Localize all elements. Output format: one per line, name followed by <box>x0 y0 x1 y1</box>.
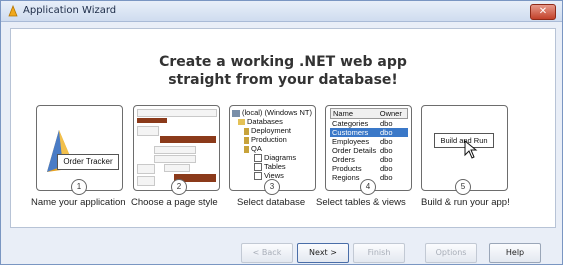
back-button[interactable]: < Back <box>241 243 293 263</box>
wizard-content: Create a working .NET web app straight f… <box>10 28 556 228</box>
step-1-label: Name your application <box>31 197 126 208</box>
diagram-icon <box>254 154 262 163</box>
step-2-number: 2 <box>171 179 187 195</box>
wizard-window: Application Wizard ✕ Create a working .N… <box>0 0 563 265</box>
step-3-number: 3 <box>264 179 280 195</box>
order-tracker-preview: Order Tracker <box>57 154 119 170</box>
page-style-field <box>164 164 190 172</box>
table-row[interactable]: Employees dbo <box>330 137 408 146</box>
page-style-field <box>137 176 155 186</box>
tree-deployment[interactable]: Deployment <box>244 126 315 135</box>
server-icon <box>232 109 240 117</box>
headline-line-2: straight from your database! <box>168 72 398 88</box>
step-4-label: Select tables & views <box>316 197 406 208</box>
window-title: Application Wizard <box>23 5 117 16</box>
tree-diagrams[interactable]: Diagrams <box>254 153 315 163</box>
step-5-label: Build & run your app! <box>421 197 510 208</box>
close-button[interactable]: ✕ <box>530 4 556 20</box>
next-button[interactable]: Next > <box>297 243 349 263</box>
tree-tables[interactable]: Tables <box>254 162 315 172</box>
finish-button[interactable]: Finish <box>353 243 405 263</box>
table-row[interactable]: Orders dbo <box>330 155 408 164</box>
headline-line-1: Create a working .NET web app <box>159 54 407 70</box>
database-icon <box>244 127 249 135</box>
step-1-number: 1 <box>71 179 87 195</box>
grid-header-owner: Owner <box>379 109 402 118</box>
table-row[interactable]: Categories dbo <box>330 119 408 128</box>
tree-views[interactable]: Views <box>254 171 315 181</box>
table-row[interactable]: Order Details dbo <box>330 146 408 155</box>
tree-databases[interactable]: Databases <box>238 117 315 126</box>
cursor-icon <box>464 140 478 159</box>
step-3-label: Select database <box>237 197 306 208</box>
page-style-field <box>137 126 159 136</box>
step-4-number: 4 <box>360 179 376 195</box>
page-style-field <box>154 155 196 163</box>
grid-header: Name Owner <box>330 108 408 119</box>
wizard-button-bar: < Back Next > Finish Options Help <box>1 231 562 264</box>
title-bar: Application Wizard ✕ <box>1 1 562 22</box>
step-5-preview: Build and Run <box>421 105 508 191</box>
tree-qa[interactable]: QA <box>244 144 315 153</box>
view-icon <box>254 172 262 181</box>
tree-server[interactable]: (local) (Windows NT) <box>232 108 312 117</box>
table-icon <box>254 163 262 172</box>
help-button[interactable]: Help <box>489 243 541 263</box>
visual-studio-icon <box>47 130 75 172</box>
step-2-preview <box>133 105 220 191</box>
page-style-bar <box>137 118 167 123</box>
page-style-bar <box>160 136 216 143</box>
page-style-field <box>154 146 196 154</box>
options-button[interactable]: Options <box>425 243 477 263</box>
database-icon <box>244 136 249 144</box>
app-icon <box>8 5 18 17</box>
page-style-header <box>137 109 217 117</box>
database-icon <box>244 145 249 153</box>
step-5-number: 5 <box>455 179 471 195</box>
table-row[interactable]: Products dbo <box>330 164 408 173</box>
headline: Create a working .NET web app straight f… <box>11 53 555 89</box>
table-row[interactable]: Customers dbo <box>330 128 408 137</box>
tables-grid: Name Owner Categories dbo Customers dbo Em… <box>330 108 408 182</box>
grid-header-name: Name <box>333 109 354 118</box>
tree-production[interactable]: Production <box>244 135 315 144</box>
step-2-label: Choose a page style <box>131 197 218 208</box>
page-style-field <box>137 164 155 174</box>
folder-icon <box>238 119 245 126</box>
database-tree: (local) (Windows NT) Databases Deploymen… <box>232 108 312 181</box>
